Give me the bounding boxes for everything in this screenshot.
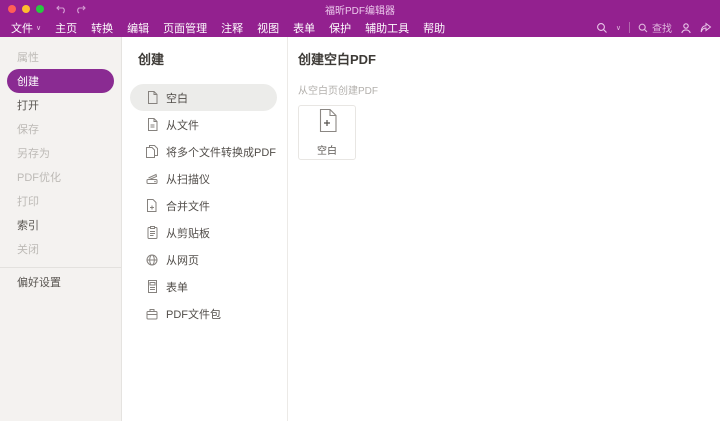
- page-plus-icon: [317, 108, 337, 137]
- close-window-button[interactable]: [8, 5, 16, 13]
- clipboard-icon: [146, 226, 158, 239]
- sidebar-item-index[interactable]: 索引: [0, 213, 121, 237]
- create-item-form[interactable]: 表单: [130, 273, 277, 300]
- sidebar-item-open[interactable]: 打开: [0, 93, 121, 117]
- menu-form[interactable]: 表单: [286, 18, 322, 37]
- menu-edit[interactable]: 编辑: [120, 18, 156, 37]
- sidebar-item-close: 关闭: [17, 244, 39, 256]
- window-controls: [8, 5, 44, 13]
- chevron-down-icon: ∨: [36, 24, 42, 32]
- avatar-icon[interactable]: [680, 22, 692, 34]
- create-item-from-file[interactable]: 从文件: [130, 111, 277, 138]
- from-file-icon: [146, 118, 158, 131]
- titlebar: 福昕PDF编辑器: [0, 0, 720, 18]
- sidebar-item-pdf-optimize: PDF优化: [17, 172, 61, 184]
- detail-subtitle: 从空白页创建PDF: [298, 86, 378, 97]
- menu-protect[interactable]: 保护: [322, 18, 358, 37]
- menu-home[interactable]: 主页: [48, 18, 84, 37]
- blank-card-label: 空白: [317, 145, 337, 157]
- menubar-divider: [629, 22, 630, 33]
- redo-icon[interactable]: [75, 4, 86, 14]
- search-icon: [638, 23, 648, 32]
- sidebar-item-create[interactable]: 创建: [7, 69, 114, 93]
- menu-view[interactable]: 视图: [250, 18, 286, 37]
- main-area: 属性 创建 打开 保存 另存为 PDF优化 打印 索引 关闭 偏好设置 创建 空…: [0, 37, 720, 421]
- detail-title: 创建空白PDF: [298, 52, 377, 67]
- menu-comment[interactable]: 注释: [214, 18, 250, 37]
- window-title: 福昕PDF编辑器: [325, 5, 395, 17]
- menu-accessibility[interactable]: 辅助工具: [358, 18, 416, 37]
- share-icon[interactable]: [700, 21, 712, 34]
- blank-page-icon: [146, 91, 158, 104]
- menu-help[interactable]: 帮助: [416, 18, 452, 37]
- minimize-window-button[interactable]: [22, 5, 30, 13]
- create-list: 空白 从文件 将多个文件转换成PDF 从扫描仪 合并文件 从剪贴板 从网页 表单…: [122, 84, 287, 327]
- sidebar-item-save-as: 另存为: [17, 148, 50, 160]
- pdf-portfolio-icon: [146, 308, 158, 320]
- form-icon: [146, 280, 158, 293]
- menu-convert[interactable]: 转换: [84, 18, 120, 37]
- zoom-icon[interactable]: [596, 22, 608, 34]
- panel-title: 创建: [138, 52, 165, 67]
- app-window: 福昕PDF编辑器 文件 ∨ 主页 转换 编辑 页面管理 注释 视图 表单 保护 辅…: [0, 0, 720, 421]
- sidebar-divider: [0, 267, 121, 268]
- menu-page-organize[interactable]: 页面管理: [156, 18, 214, 37]
- scanner-icon: [146, 173, 158, 185]
- multiple-files-icon: [146, 145, 158, 158]
- sidebar-item-save: 保存: [17, 124, 39, 136]
- create-panel: 创建 空白 从文件 将多个文件转换成PDF 从扫描仪 合并文件 从剪贴板 从网页…: [122, 37, 288, 421]
- chevron-down-icon[interactable]: ∨: [616, 24, 621, 32]
- sidebar-item-print: 打印: [17, 196, 39, 208]
- menu-file[interactable]: 文件 ∨: [4, 18, 48, 37]
- blank-pdf-card[interactable]: 空白: [298, 105, 356, 160]
- sidebar-item-preferences[interactable]: 偏好设置: [0, 270, 121, 294]
- sidebar-item-properties: 属性: [17, 52, 39, 64]
- menubar: 文件 ∨ 主页 转换 编辑 页面管理 注释 视图 表单 保护 辅助工具 帮助 ∨ …: [0, 18, 720, 37]
- create-item-multiple-files[interactable]: 将多个文件转换成PDF: [130, 138, 277, 165]
- create-item-pdf-portfolio[interactable]: PDF文件包: [130, 300, 277, 327]
- create-item-combine-files[interactable]: 合并文件: [130, 192, 277, 219]
- search-input[interactable]: 查找: [638, 20, 672, 35]
- create-item-from-scanner[interactable]: 从扫描仪: [130, 165, 277, 192]
- detail-panel: 创建空白PDF 从空白页创建PDF 空白: [288, 37, 720, 421]
- create-item-blank[interactable]: 空白: [130, 84, 277, 111]
- web-page-icon: [146, 254, 158, 266]
- maximize-window-button[interactable]: [36, 5, 44, 13]
- create-item-from-web-page[interactable]: 从网页: [130, 246, 277, 273]
- create-item-from-clipboard[interactable]: 从剪贴板: [130, 219, 277, 246]
- combine-files-icon: [146, 199, 158, 212]
- file-sidebar: 属性 创建 打开 保存 另存为 PDF优化 打印 索引 关闭 偏好设置: [0, 37, 122, 421]
- undo-icon[interactable]: [56, 4, 67, 14]
